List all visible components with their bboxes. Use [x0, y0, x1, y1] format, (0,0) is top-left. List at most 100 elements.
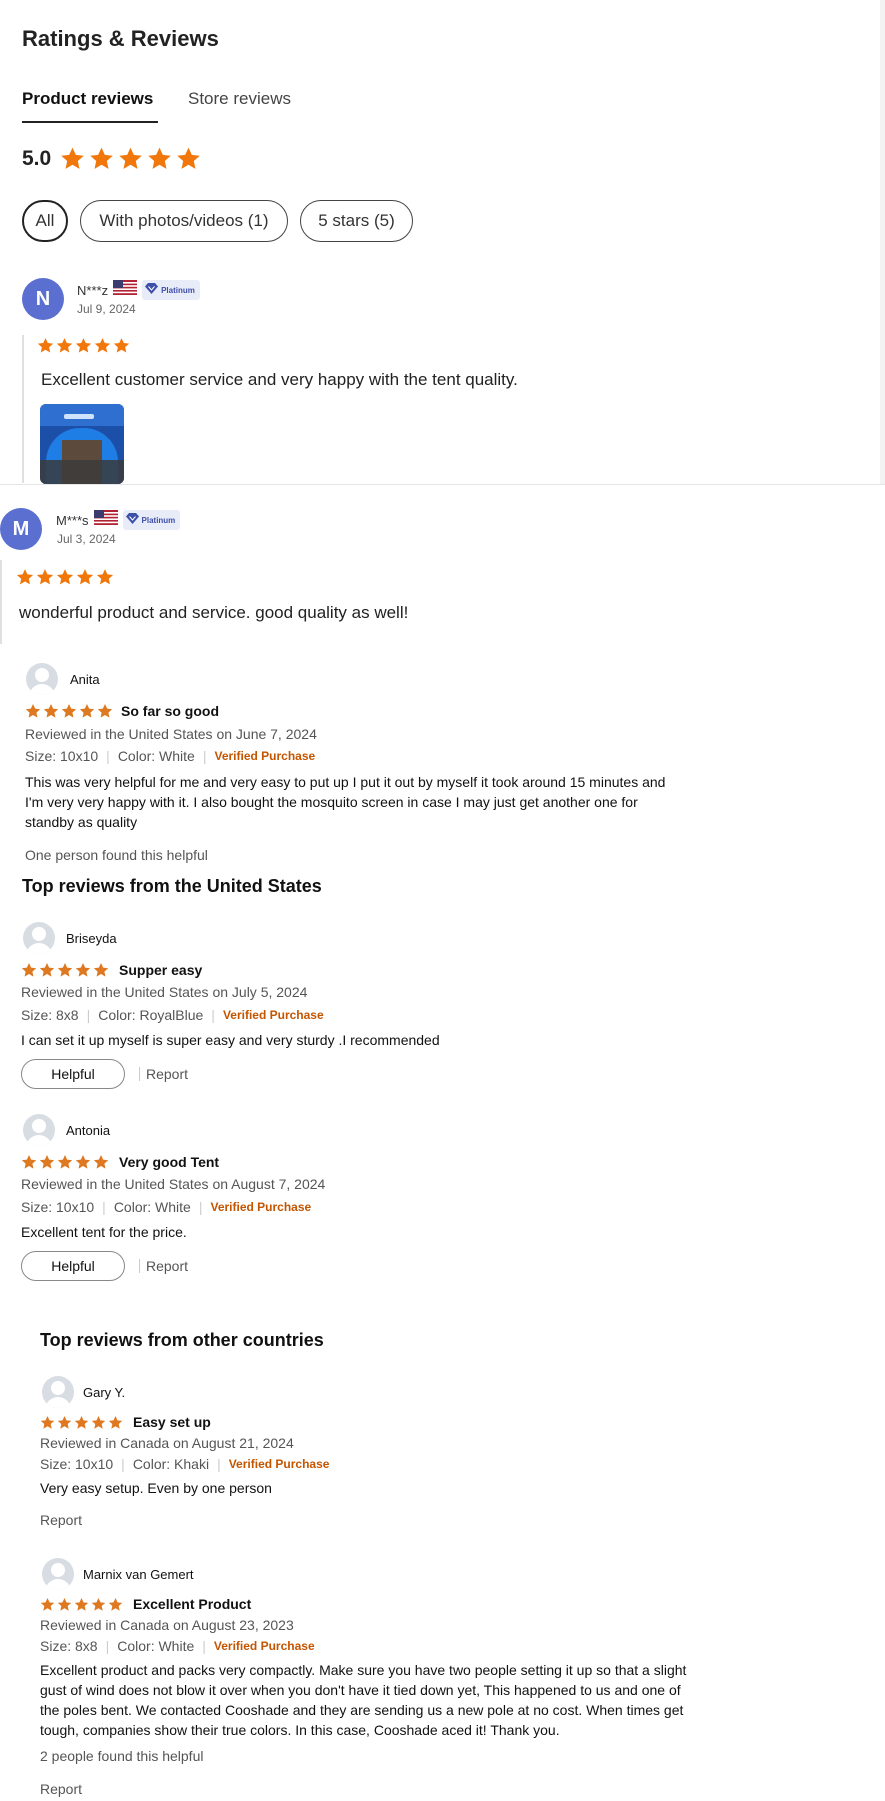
verified-purchase-badge: Verified Purchase — [228, 1457, 330, 1471]
avatar — [26, 663, 58, 695]
star-icon — [16, 568, 34, 586]
review-body: I can set it up myself is super easy and… — [21, 1030, 440, 1050]
star-icon — [96, 568, 114, 586]
review-actions: Helpful Report — [21, 1059, 188, 1089]
star-icon — [97, 703, 113, 719]
review-body-line: tough, companies show their true colors.… — [40, 1722, 560, 1738]
review-text: wonderful product and service. good qual… — [19, 603, 409, 622]
review-stars — [21, 1154, 109, 1170]
avatar — [42, 1558, 74, 1590]
star-icon — [25, 703, 41, 719]
filter-5-stars-chip[interactable]: 5 stars (5) — [300, 200, 413, 242]
review-title: Easy set up — [133, 1414, 211, 1430]
action-divider — [139, 1067, 140, 1081]
review-body-line: gust of wind does not blow it over when … — [40, 1682, 681, 1698]
review-header: So far so good — [25, 703, 219, 719]
verified-purchase-badge: Verified Purchase — [222, 1008, 324, 1022]
verified-purchase-badge: Verified Purchase — [213, 1639, 315, 1653]
review-body-line: the poles bent. We contacted Cooshade an… — [40, 1702, 684, 1718]
star-icon — [108, 1415, 123, 1430]
review-header: Supper easy — [21, 962, 202, 978]
star-icon — [94, 337, 111, 354]
variant-color: Color: White — [117, 748, 195, 764]
star-icon — [43, 703, 59, 719]
scrollbar-track[interactable] — [880, 0, 885, 484]
badge-label: Platinum — [141, 515, 176, 525]
platinum-badge: Platinum — [122, 510, 181, 530]
report-link[interactable]: Report — [40, 1512, 82, 1528]
review-stars — [21, 962, 109, 978]
review-body-line: Excellent tent for the price. — [21, 1224, 187, 1240]
platinum-badge: Platinum — [142, 280, 200, 300]
reviewer-name: N***z — [77, 282, 109, 298]
star-icon — [40, 1415, 55, 1430]
star-icon — [75, 1154, 91, 1170]
star-icon — [176, 146, 201, 171]
review-variant: Size: 10x10 | Color: Khaki | Verified Purc… — [40, 1456, 330, 1472]
avatar: M — [0, 508, 42, 550]
review-photo[interactable] — [40, 404, 124, 484]
reviewer-info: N***z Platinum — [77, 280, 200, 300]
star-icon — [36, 568, 54, 586]
us-flag-icon — [93, 510, 118, 530]
review-stars — [40, 1415, 123, 1430]
reviewer-name: Briseyda — [66, 931, 117, 946]
tab-product-reviews[interactable]: Product reviews — [22, 89, 153, 109]
review-header: Easy set up — [40, 1414, 211, 1430]
review-location-date: Reviewed in Canada on August 21, 2024 — [40, 1435, 294, 1451]
reviewer-name: M***s — [56, 512, 89, 528]
verified-purchase-badge: Verified Purchase — [214, 749, 316, 763]
avatar — [23, 922, 55, 954]
review-variant: Size: 8x8 | Color: White | Verified Purcha… — [40, 1638, 315, 1654]
helpful-button[interactable]: Helpful — [21, 1251, 125, 1281]
star-icon — [89, 146, 114, 171]
tab-store-reviews[interactable]: Store reviews — [188, 89, 291, 109]
reviewer-name: Anita — [70, 672, 100, 687]
review-variant: Size: 10x10 | Color: White | Verified Purc… — [25, 748, 316, 764]
star-icon — [57, 962, 73, 978]
report-link[interactable]: Report — [146, 1066, 188, 1082]
star-icon — [57, 1154, 73, 1170]
variant-color: Color: White — [117, 1638, 195, 1654]
helpful-button[interactable]: Helpful — [21, 1059, 125, 1089]
review-location-date: Reviewed in the United States on June 7,… — [25, 726, 317, 742]
action-divider — [139, 1259, 140, 1273]
star-icon — [113, 337, 130, 354]
review-divider-line — [0, 560, 2, 644]
star-icon — [118, 146, 143, 171]
star-icon — [60, 146, 85, 171]
star-icon — [74, 1597, 89, 1612]
star-icon — [37, 337, 54, 354]
review-date: Jul 3, 2024 — [57, 532, 116, 546]
section-divider — [0, 484, 885, 485]
filter-photos-chip[interactable]: With photos/videos (1) — [80, 200, 288, 242]
us-flag-icon — [113, 280, 138, 300]
star-icon — [76, 568, 94, 586]
section-heading-us: Top reviews from the United States — [22, 876, 322, 896]
review-stars — [25, 703, 113, 719]
review-header: Very good Tent — [21, 1154, 219, 1170]
reviewer-info: M***s Platinum — [56, 510, 181, 530]
page-title: Ratings & Reviews — [22, 26, 219, 51]
helpful-count: 2 people found this helpful — [40, 1748, 204, 1764]
avatar: N — [22, 278, 64, 320]
review-body: This was very helpful for me and very ea… — [25, 772, 665, 832]
review-location-date: Reviewed in the United States on August … — [21, 1176, 326, 1192]
star-icon — [74, 1415, 89, 1430]
report-link[interactable]: Report — [40, 1781, 82, 1797]
star-icon — [93, 1154, 109, 1170]
star-icon — [79, 703, 95, 719]
review-body: Very easy setup. Even by one person — [40, 1478, 272, 1498]
avatar — [42, 1376, 74, 1408]
star-icon — [21, 1154, 37, 1170]
star-icon — [108, 1597, 123, 1612]
star-icon — [57, 1415, 72, 1430]
report-link[interactable]: Report — [146, 1258, 188, 1274]
review-header: Excellent Product — [40, 1596, 251, 1612]
variant-size: Size: 8x8 — [21, 1007, 79, 1023]
review-body-line: Very easy setup. Even by one person — [40, 1480, 272, 1496]
variant-size: Size: 8x8 — [40, 1638, 98, 1654]
review-title: Very good Tent — [119, 1154, 220, 1170]
filter-all-chip[interactable]: All — [22, 200, 68, 242]
review-body: Excellent tent for the price. — [21, 1222, 187, 1242]
